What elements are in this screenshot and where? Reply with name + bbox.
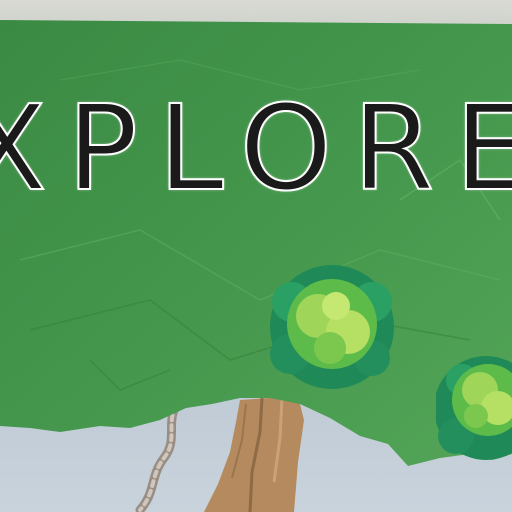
tissue-paper-pom <box>436 356 512 460</box>
bulletin-board-scene: XPLORE <box>0 0 512 512</box>
tissue-paper-pom <box>270 265 394 389</box>
banner-title: XPLORE <box>0 79 512 217</box>
